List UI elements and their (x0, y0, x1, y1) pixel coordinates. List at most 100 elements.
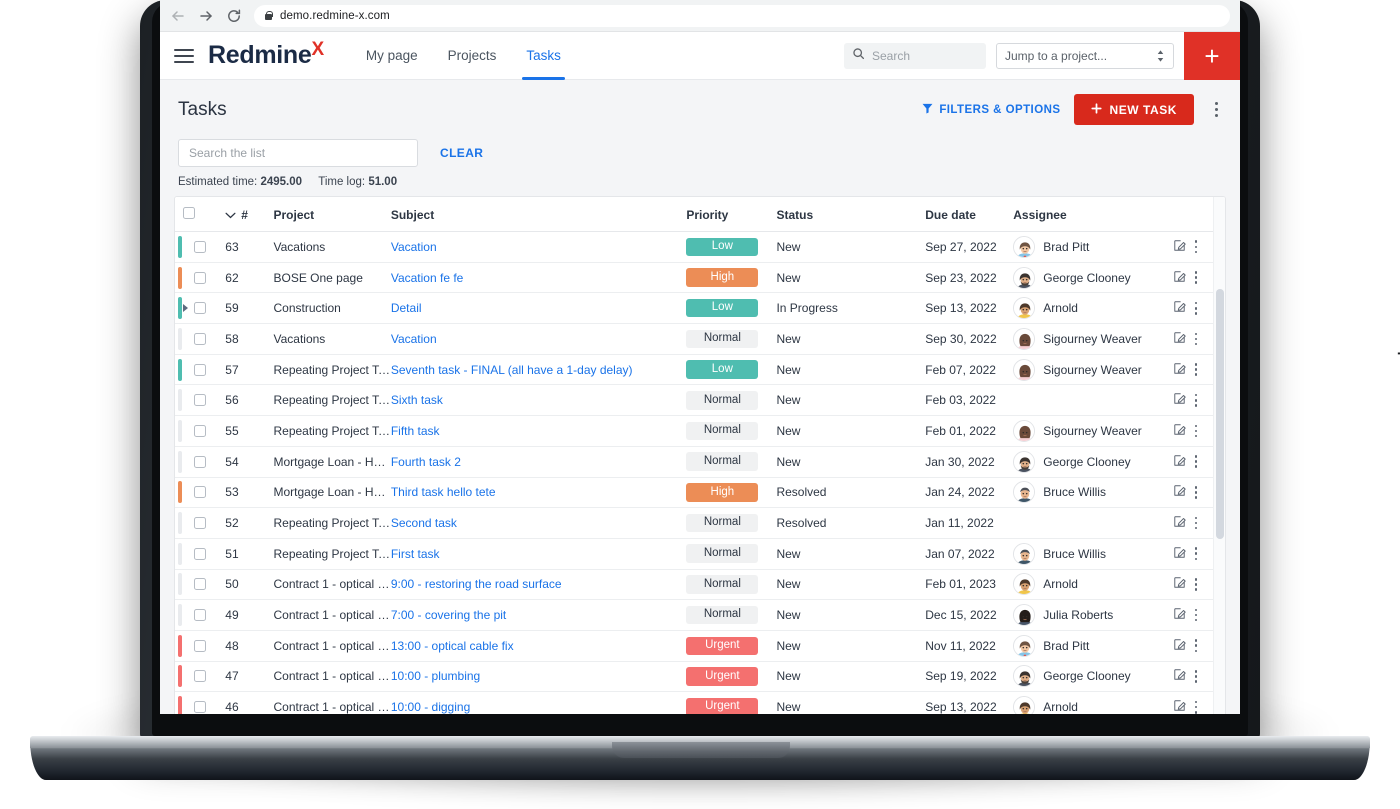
kebab-menu-icon[interactable] (1194, 240, 1198, 254)
row-checkbox[interactable] (194, 547, 207, 560)
edit-icon[interactable] (1173, 454, 1186, 470)
kebab-menu-icon[interactable] (1194, 301, 1198, 315)
row-checkbox[interactable] (194, 639, 207, 652)
kebab-menu-icon[interactable] (1194, 639, 1198, 653)
edit-icon[interactable] (1173, 362, 1186, 378)
row-checkbox[interactable] (194, 240, 207, 253)
row-checkbox[interactable] (194, 394, 207, 407)
hamburger-menu-icon[interactable] (174, 48, 194, 63)
kebab-menu-icon[interactable] (1194, 393, 1198, 407)
row-checkbox[interactable] (194, 670, 207, 683)
row-subject-link[interactable]: Seventh task - FINAL (all have a 1-day d… (391, 363, 687, 377)
kebab-menu-icon[interactable] (1194, 578, 1198, 591)
kebab-menu-icon[interactable] (1194, 516, 1198, 530)
row-checkbox[interactable] (194, 486, 207, 499)
create-new-button[interactable]: + (1184, 31, 1240, 80)
edit-icon[interactable] (1173, 638, 1186, 654)
nav-item-projects[interactable]: Projects (434, 32, 511, 80)
row-checkbox[interactable] (194, 455, 207, 468)
table-row[interactable]: 50 Contract 1 - optical ca… 9:00 - resto… (175, 569, 1225, 601)
row-subject-link[interactable]: Vacation fe fe (391, 271, 687, 285)
kebab-menu-icon[interactable] (1194, 608, 1198, 622)
table-row[interactable]: 59 Construction Detail Low In Progress S… (175, 292, 1225, 325)
row-checkbox[interactable] (194, 701, 207, 714)
row-subject-link[interactable]: 10:00 - plumbing (391, 669, 687, 683)
kebab-menu-icon[interactable] (1194, 670, 1198, 683)
row-subject-link[interactable]: Fifth task (391, 424, 687, 438)
table-row[interactable]: 57 Repeating Project Te… Seventh task - … (175, 354, 1225, 386)
brand-logo[interactable]: RedmineX (208, 39, 324, 70)
page-more-menu-icon[interactable] (1208, 101, 1224, 119)
row-expand-icon[interactable] (183, 304, 189, 313)
table-row[interactable]: 46 Contract 1 - optical ca… 10:00 - digg… (175, 691, 1225, 714)
edit-icon[interactable] (1173, 546, 1186, 562)
table-row[interactable]: 54 Mortgage Loan - Help… Fourth task 2 N… (175, 446, 1225, 478)
table-row[interactable]: 62 BOSE One page Vacation fe fe High New… (175, 262, 1225, 294)
table-row[interactable]: 49 Contract 1 - optical ca… 7:00 - cover… (175, 599, 1225, 631)
edit-icon[interactable] (1173, 392, 1186, 408)
table-row[interactable]: 53 Mortgage Loan - Help… Third task hell… (175, 477, 1225, 509)
row-subject-link[interactable]: Second task (391, 516, 687, 530)
kebab-menu-icon[interactable] (1194, 547, 1198, 561)
row-checkbox[interactable] (194, 609, 207, 622)
address-bar[interactable]: demo.redmine-x.com (254, 4, 1230, 27)
kebab-menu-icon[interactable] (1194, 363, 1198, 376)
table-scrollbar-thumb[interactable] (1216, 289, 1224, 539)
table-scrollbar-track[interactable] (1213, 197, 1225, 714)
row-checkbox[interactable] (194, 271, 207, 284)
table-row[interactable]: 51 Repeating Project Te… First task Norm… (175, 538, 1225, 570)
filters-and-options-button[interactable]: FILTERS & OPTIONS (922, 103, 1060, 117)
edit-icon[interactable] (1173, 607, 1186, 623)
forward-arrow-icon[interactable] (198, 8, 214, 24)
table-row[interactable]: 56 Repeating Project Te… Sixth task Norm… (175, 384, 1225, 417)
col-status-header[interactable]: Status (776, 197, 926, 232)
row-checkbox[interactable] (194, 424, 207, 437)
kebab-menu-icon[interactable] (1194, 700, 1198, 714)
jump-to-project-select[interactable]: Jump to a project... (996, 42, 1174, 69)
kebab-menu-icon[interactable] (1194, 485, 1198, 499)
nav-item-my-page[interactable]: My page (352, 32, 432, 80)
row-subject-link[interactable]: Vacation (391, 332, 687, 346)
row-checkbox[interactable] (194, 363, 207, 376)
kebab-menu-icon[interactable] (1194, 332, 1198, 346)
col-subject-header[interactable]: Subject (390, 197, 687, 232)
row-checkbox[interactable] (194, 517, 207, 530)
row-subject-link[interactable]: Fourth task 2 (391, 455, 687, 469)
row-subject-link[interactable]: Sixth task (391, 393, 687, 407)
row-subject-link[interactable]: 13:00 - optical cable fix (391, 639, 687, 653)
row-checkbox[interactable] (194, 578, 207, 591)
edit-icon[interactable] (1173, 576, 1186, 592)
col-project-header[interactable]: Project (273, 197, 391, 232)
reload-icon[interactable] (226, 8, 242, 24)
row-subject-link[interactable]: Detail (391, 301, 687, 315)
col-priority-header[interactable]: Priority (686, 197, 777, 232)
table-row[interactable]: 47 Contract 1 - optical ca… 10:00 - plum… (175, 661, 1225, 693)
table-row[interactable]: 48 Contract 1 - optical ca… 13:00 - opti… (175, 630, 1225, 662)
row-subject-link[interactable]: 9:00 - restoring the road surface (391, 577, 687, 591)
col-assignee-header[interactable]: Assignee (1013, 197, 1173, 232)
clear-search-button[interactable]: CLEAR (440, 146, 483, 160)
edit-icon[interactable] (1173, 515, 1186, 531)
row-checkbox[interactable] (194, 332, 207, 345)
row-subject-link[interactable]: Vacation (391, 240, 687, 254)
col-due-date-header[interactable]: Due date (925, 197, 1014, 232)
edit-icon[interactable] (1173, 270, 1186, 286)
select-all-checkbox[interactable] (183, 207, 196, 219)
global-search-input[interactable]: Search (844, 42, 986, 69)
edit-icon[interactable] (1173, 699, 1186, 714)
nav-item-tasks[interactable]: Tasks (512, 32, 575, 80)
new-task-button[interactable]: NEW TASK (1074, 94, 1194, 125)
kebab-menu-icon[interactable] (1194, 455, 1198, 469)
row-checkbox[interactable] (194, 302, 207, 315)
row-subject-link[interactable]: Third task hello tete (391, 485, 687, 499)
edit-icon[interactable] (1173, 423, 1186, 439)
list-search-input[interactable]: Search the list (178, 139, 418, 167)
table-row[interactable]: 58 Vacations Vacation Normal New Sep 30,… (175, 323, 1225, 355)
row-subject-link[interactable]: 10:00 - digging (391, 700, 687, 714)
edit-icon[interactable] (1173, 331, 1186, 347)
edit-icon[interactable] (1173, 484, 1186, 500)
edit-icon[interactable] (1173, 668, 1186, 684)
edit-icon[interactable] (1173, 300, 1186, 316)
table-row[interactable]: 63 Vacations Vacation Low New Sep 27, 20… (175, 231, 1225, 263)
table-row[interactable]: 55 Repeating Project Te… Fifth task Norm… (175, 415, 1225, 447)
